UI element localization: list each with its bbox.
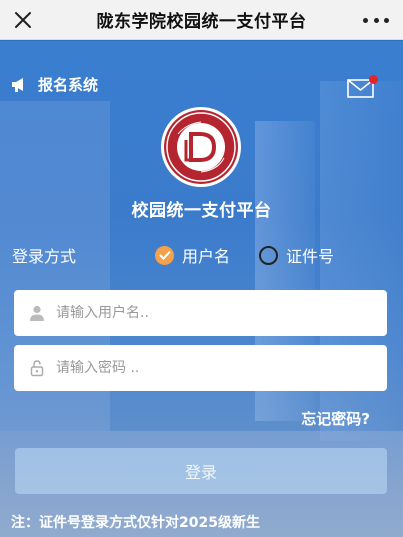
radio-username-label: 用户名 [182, 247, 231, 266]
radio-unchecked-icon [259, 245, 278, 265]
forgot-password-link[interactable]: 忘记密码? [301, 408, 370, 429]
password-input[interactable] [56, 360, 376, 376]
megaphone-icon [12, 77, 23, 92]
notification-dot [369, 75, 378, 84]
close-icon[interactable] [12, 9, 34, 31]
username-field[interactable] [14, 290, 387, 336]
app-title: 校园统一支付平台 [131, 201, 272, 221]
radio-id-number-label: 证件号 [286, 247, 335, 266]
register-system-label: 报名系统 [38, 76, 99, 94]
more-icon[interactable] [363, 10, 389, 30]
login-button[interactable]: 登录 [15, 448, 387, 494]
user-icon [30, 305, 44, 321]
login-mode-label: 登录方式 [12, 247, 77, 266]
lock-icon [30, 360, 44, 377]
radio-id-number[interactable]: 证件号 [259, 243, 334, 267]
radio-username[interactable]: 用户名 [155, 243, 230, 267]
username-input[interactable] [56, 305, 376, 321]
page-title: 陇东学院校园统一支付平台 [96, 12, 307, 32]
university-logo [161, 107, 241, 187]
register-system-link[interactable]: 报名系统 [10, 74, 98, 95]
radio-checked-icon [155, 245, 174, 265]
password-field[interactable] [14, 345, 387, 391]
top-navbar: 陇东学院校园统一支付平台 [0, 0, 403, 40]
login-note: 注：证件号登录方式仅针对2025级新生 [11, 515, 260, 531]
